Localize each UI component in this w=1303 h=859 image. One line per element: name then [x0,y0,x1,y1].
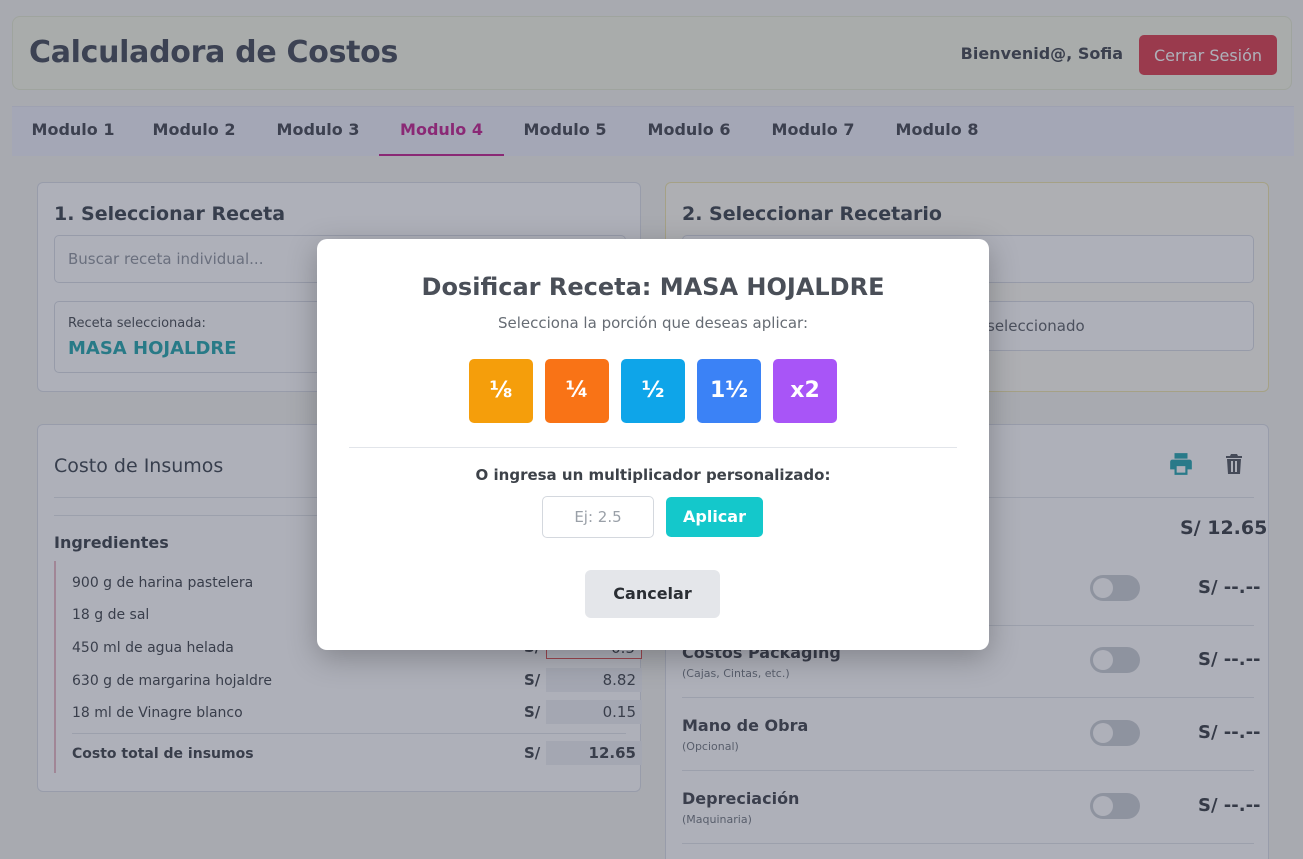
custom-multiplier-label: O ingresa un multiplicador personalizado… [475,466,831,484]
portion-double-button[interactable]: x2 [773,359,837,423]
portion-one-eighth-button[interactable]: ⅛ [469,359,533,423]
portion-one-half-button[interactable]: ½ [621,359,685,423]
dosificar-modal: Dosificar Receta: MASA HOJALDRE Seleccio… [317,239,989,650]
portion-one-and-half-button[interactable]: 1½ [697,359,761,423]
modal-divider [349,447,957,448]
portion-one-quarter-button[interactable]: ¼ [545,359,609,423]
apply-button[interactable]: Aplicar [666,497,763,537]
modal-title: Dosificar Receta: MASA HOJALDRE [421,273,885,301]
modal-subtitle: Selecciona la porción que deseas aplicar… [497,314,809,332]
multiplier-input[interactable]: Ej: 2.5 [542,496,654,538]
cancel-button[interactable]: Cancelar [585,570,720,618]
